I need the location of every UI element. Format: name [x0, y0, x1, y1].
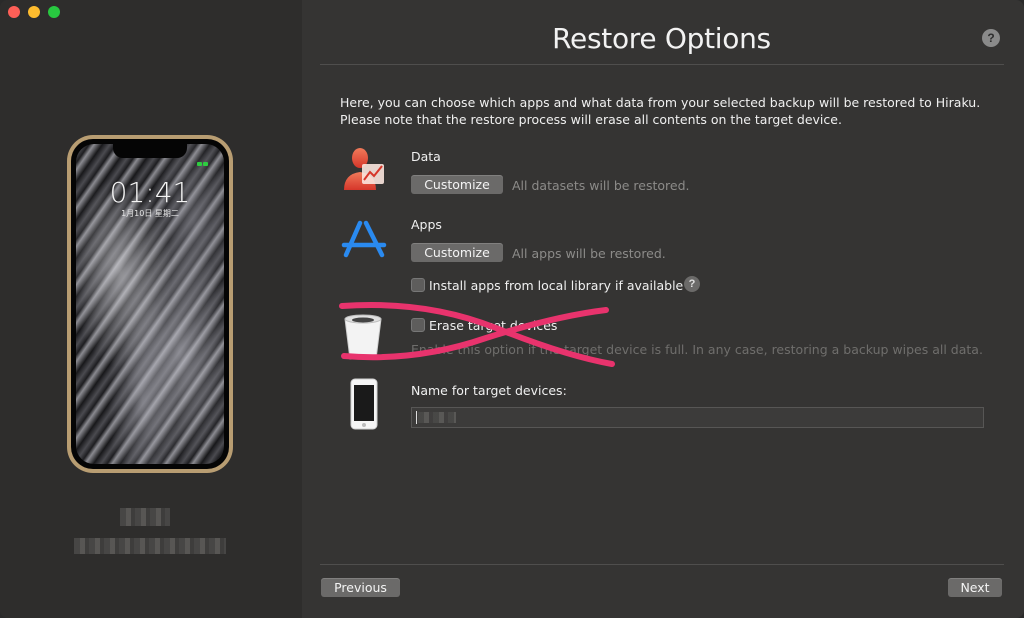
apps-label: Apps: [411, 217, 442, 232]
device-name-value-redacted: [418, 412, 456, 423]
data-label: Data: [411, 149, 441, 164]
install-local-label: Install apps from local library if avail…: [429, 278, 684, 293]
device-name-label: Name for target devices:: [411, 383, 567, 398]
lock-screen-date: 1月10日 星期二: [121, 209, 179, 218]
device-sidebar: 01:41 1月10日 星期二: [0, 0, 302, 618]
data-customize-button[interactable]: Customize: [411, 175, 503, 194]
install-local-help-button[interactable]: ?: [684, 276, 700, 292]
app-store-icon: [341, 220, 387, 258]
intro-text: Here, you can choose which apps and what…: [340, 95, 981, 127]
close-window-button[interactable]: [8, 6, 20, 18]
apps-customize-button[interactable]: Customize: [411, 243, 503, 262]
previous-button[interactable]: Previous: [321, 578, 400, 597]
install-local-checkbox[interactable]: [411, 278, 425, 292]
apps-hint: All apps will be restored.: [512, 246, 666, 261]
lock-screen-time: 01:41: [109, 176, 191, 209]
footer-divider: [320, 564, 1004, 565]
zoom-window-button[interactable]: [48, 6, 60, 18]
header-divider: [320, 64, 1004, 65]
app-window: 01:41 1月10日 星期二 Restore Options ? Here, …: [0, 0, 1024, 618]
iphone-icon: [350, 378, 378, 430]
data-hint: All datasets will be restored.: [512, 178, 690, 193]
person-chart-icon: [344, 148, 384, 190]
next-button[interactable]: Next: [948, 578, 1002, 597]
minimize-window-button[interactable]: [28, 6, 40, 18]
page-title: Restore Options: [552, 22, 771, 55]
device-name-field[interactable]: [411, 407, 984, 428]
device-image: 01:41 1月10日 星期二: [67, 135, 233, 473]
help-button[interactable]: ?: [982, 29, 1000, 47]
device-lock-screen: 01:41 1月10日 星期二: [76, 144, 224, 464]
device-name-redacted: [120, 508, 170, 526]
signal-icon: [196, 153, 210, 166]
device-info-redacted: [74, 538, 226, 554]
cross-out-mark: [339, 301, 615, 367]
